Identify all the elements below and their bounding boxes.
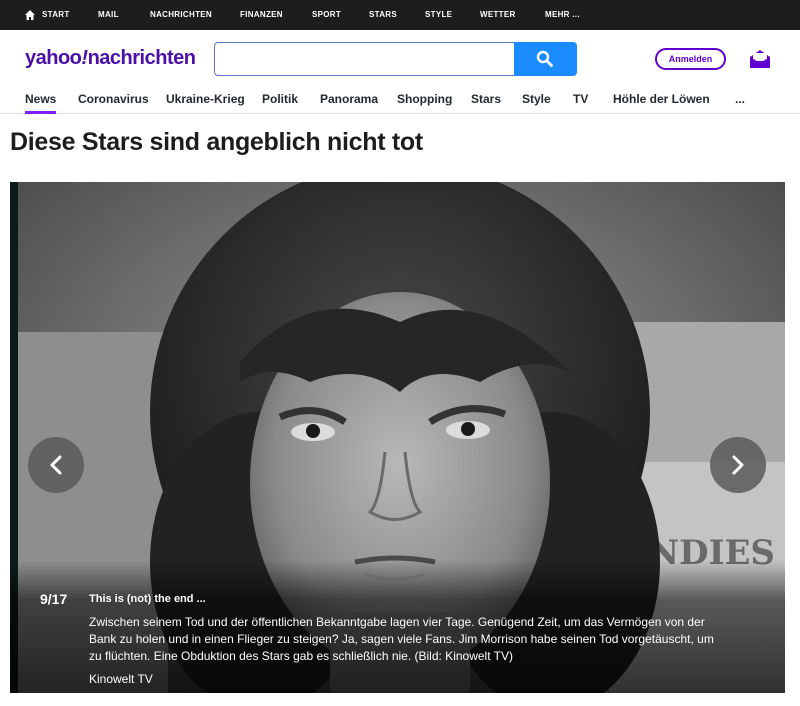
topbar-item-start[interactable]: START — [42, 0, 70, 30]
nav-item-news[interactable]: News — [25, 92, 57, 114]
nav-item-panorama[interactable]: Panorama — [320, 92, 378, 114]
category-navigation: News Coronavirus Ukraine-Krieg Politik P… — [0, 88, 800, 114]
search-icon — [536, 50, 553, 67]
topbar-item-wetter[interactable]: WETTER — [480, 0, 516, 30]
logo-main: yahoo — [25, 47, 82, 69]
nav-item-style[interactable]: Style — [522, 92, 551, 114]
logo-sub: nachrichten — [87, 47, 196, 69]
topbar-item-sport[interactable]: SPORT — [312, 0, 341, 30]
nav-item-coronavirus[interactable]: Coronavirus — [78, 92, 149, 114]
slide-caption-text: Zwischen seinem Tod und der öffentlichen… — [89, 615, 714, 663]
search-button[interactable] — [514, 42, 577, 76]
topbar-item-nachrichten[interactable]: NACHRICHTEN — [150, 0, 212, 30]
signin-button[interactable]: Anmelden — [655, 48, 726, 70]
nav-item-politik[interactable]: Politik — [262, 92, 298, 114]
topbar-item-style[interactable]: STYLE — [425, 0, 452, 30]
previous-slide-button[interactable] — [28, 437, 84, 493]
page-title: Diese Stars sind angeblich nicht tot — [10, 128, 423, 156]
mail-icon[interactable] — [750, 50, 770, 68]
topbar-item-finanzen[interactable]: FINANZEN — [240, 0, 283, 30]
slide-counter: 9/17 — [40, 591, 68, 607]
nav-item-stars[interactable]: Stars — [471, 92, 501, 114]
top-navigation-bar: START MAIL NACHRICHTEN FINANZEN SPORT ST… — [0, 0, 800, 30]
yahoo-nachrichten-logo[interactable]: yahoo!nachrichten — [25, 47, 196, 70]
search-input[interactable] — [214, 42, 515, 76]
topbar-item-mehr[interactable]: MEHR ... — [545, 0, 580, 30]
topbar-item-mail[interactable]: MAIL — [98, 0, 119, 30]
slide-caption-title: This is (not) the end ... — [89, 593, 206, 605]
nav-item-tv[interactable]: TV — [573, 92, 588, 114]
nav-item-shopping[interactable]: Shopping — [397, 92, 452, 114]
nav-item-hoehle-der-loewen[interactable]: Höhle der Löwen — [613, 92, 710, 114]
next-slide-button[interactable] — [710, 437, 766, 493]
nav-item-ukraine-krieg[interactable]: Ukraine-Krieg — [166, 92, 245, 114]
chevron-left-icon — [50, 455, 62, 475]
home-icon[interactable] — [25, 10, 35, 20]
slide-photo-credit: Kinowelt TV — [89, 672, 153, 686]
nav-item-more[interactable]: ... — [735, 92, 745, 114]
chevron-right-icon — [732, 455, 744, 475]
topbar-item-stars[interactable]: STARS — [369, 0, 397, 30]
